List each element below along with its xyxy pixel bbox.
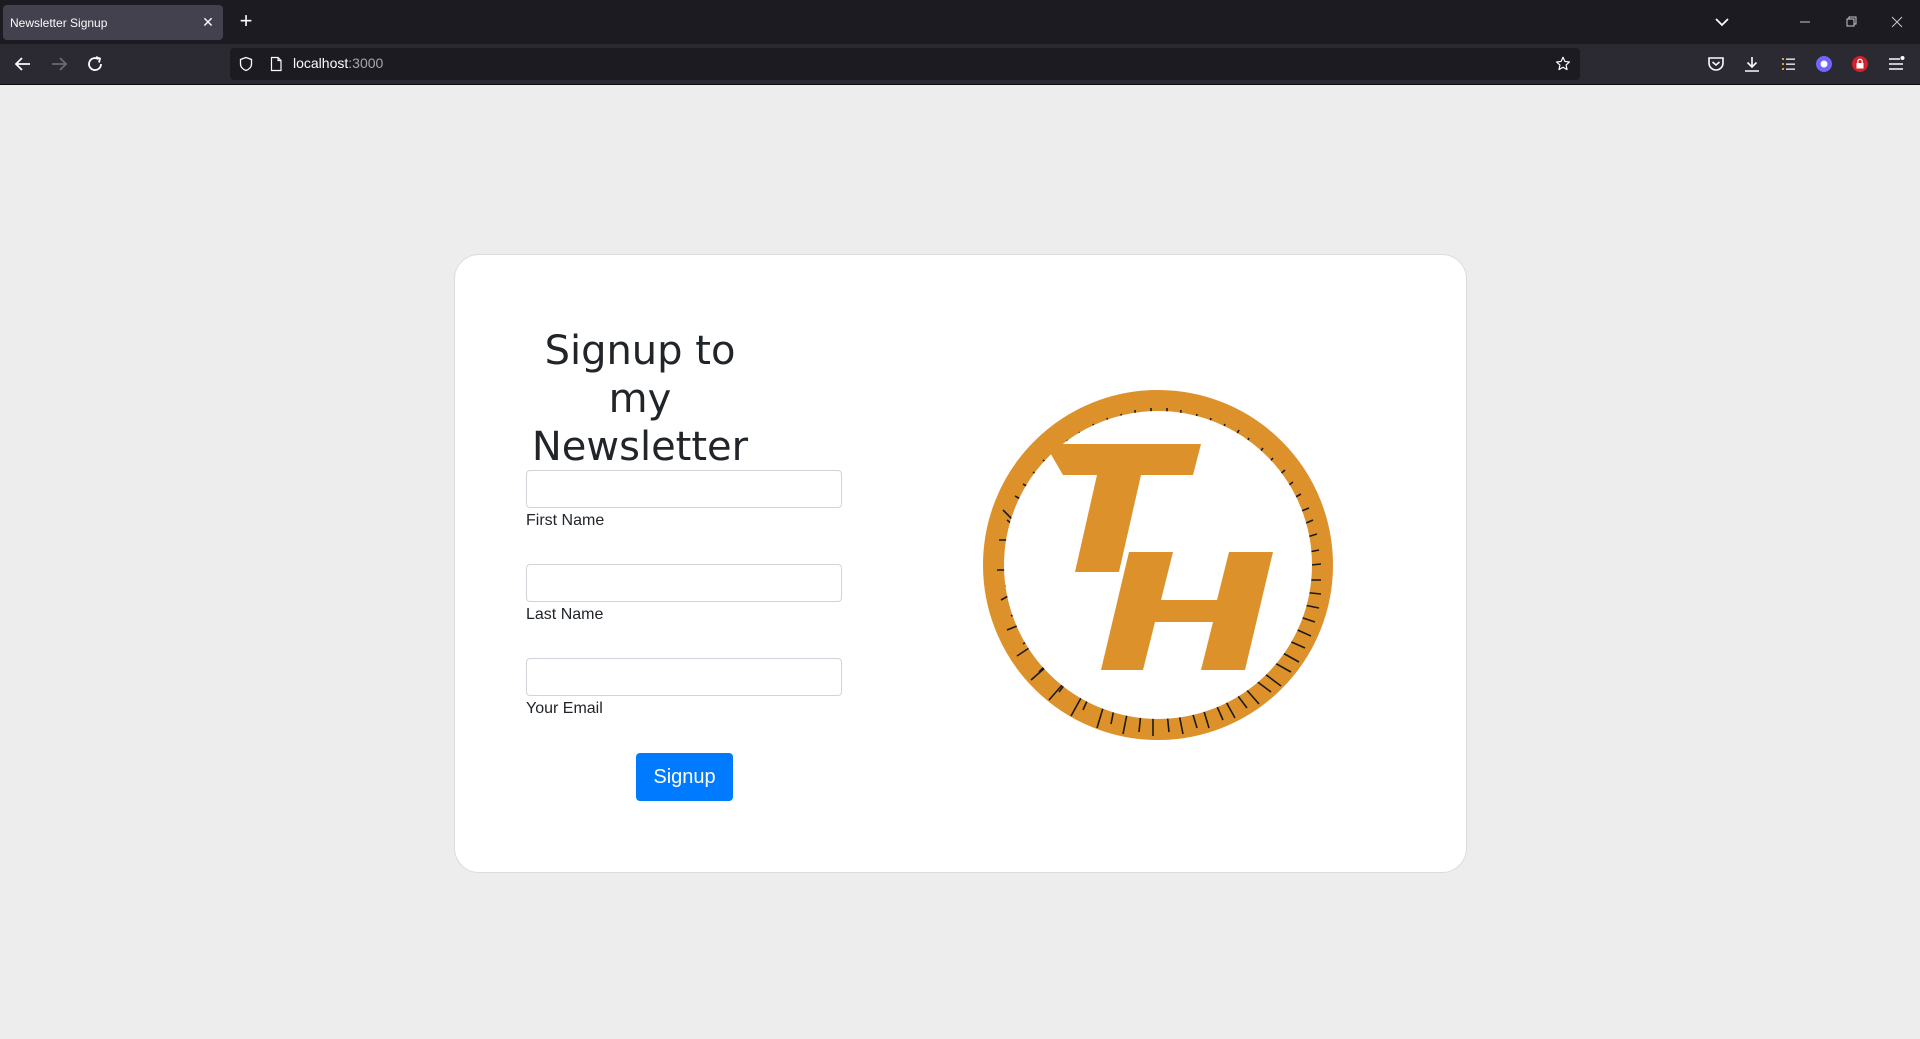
bookmark-star-icon[interactable]: [1554, 55, 1572, 73]
app-menu-icon[interactable]: [1886, 54, 1906, 74]
close-tab-icon[interactable]: ✕: [200, 15, 216, 31]
first-name-input[interactable]: [526, 470, 842, 508]
extension-purple-icon[interactable]: [1814, 54, 1834, 74]
page-title-line2: Newsletter: [531, 424, 749, 470]
list-all-tabs-icon[interactable]: [1710, 10, 1734, 34]
url-port: :3000: [348, 55, 384, 71]
new-tab-button[interactable]: +: [234, 10, 258, 34]
email-group: Your Email: [526, 658, 842, 718]
close-window-icon[interactable]: [1885, 10, 1909, 34]
navigation-toolbar: localhost:3000: [0, 44, 1920, 85]
email-input[interactable]: [526, 658, 842, 696]
active-tab[interactable]: Newsletter Signup ✕: [3, 5, 223, 40]
downloads-icon[interactable]: [1742, 54, 1762, 74]
restore-icon[interactable]: [1839, 10, 1863, 34]
library-icon[interactable]: [1778, 54, 1798, 74]
forward-arrow-icon[interactable]: [47, 52, 71, 76]
page-title-line1: Signup to my: [544, 328, 736, 422]
first-name-label: First Name: [526, 512, 605, 529]
last-name-group: Last Name: [526, 564, 842, 624]
page-info-icon[interactable]: [268, 56, 284, 72]
signup-card: Signup to my Newsletter First Name Last …: [454, 254, 1467, 873]
tab-strip: Newsletter Signup ✕ +: [0, 0, 1920, 44]
last-name-input[interactable]: [526, 564, 842, 602]
tab-title: Newsletter Signup: [10, 15, 108, 30]
th-logo-image: [983, 390, 1333, 740]
pocket-icon[interactable]: [1706, 54, 1726, 74]
last-name-label: Last Name: [526, 606, 604, 623]
email-label: Your Email: [526, 700, 603, 717]
tracking-protection-shield-icon[interactable]: [238, 56, 254, 72]
minimize-icon[interactable]: [1793, 10, 1817, 34]
signup-button[interactable]: Signup: [636, 753, 733, 801]
extension-lock-icon[interactable]: [1850, 54, 1870, 74]
url-host: localhost: [293, 55, 349, 71]
back-arrow-icon[interactable]: [11, 52, 35, 76]
url-text[interactable]: localhost:3000: [293, 55, 383, 71]
reload-icon[interactable]: [83, 52, 107, 76]
page-title: Signup to my Newsletter: [515, 327, 765, 471]
first-name-group: First Name: [526, 470, 842, 530]
address-bar[interactable]: localhost:3000: [230, 48, 1580, 80]
